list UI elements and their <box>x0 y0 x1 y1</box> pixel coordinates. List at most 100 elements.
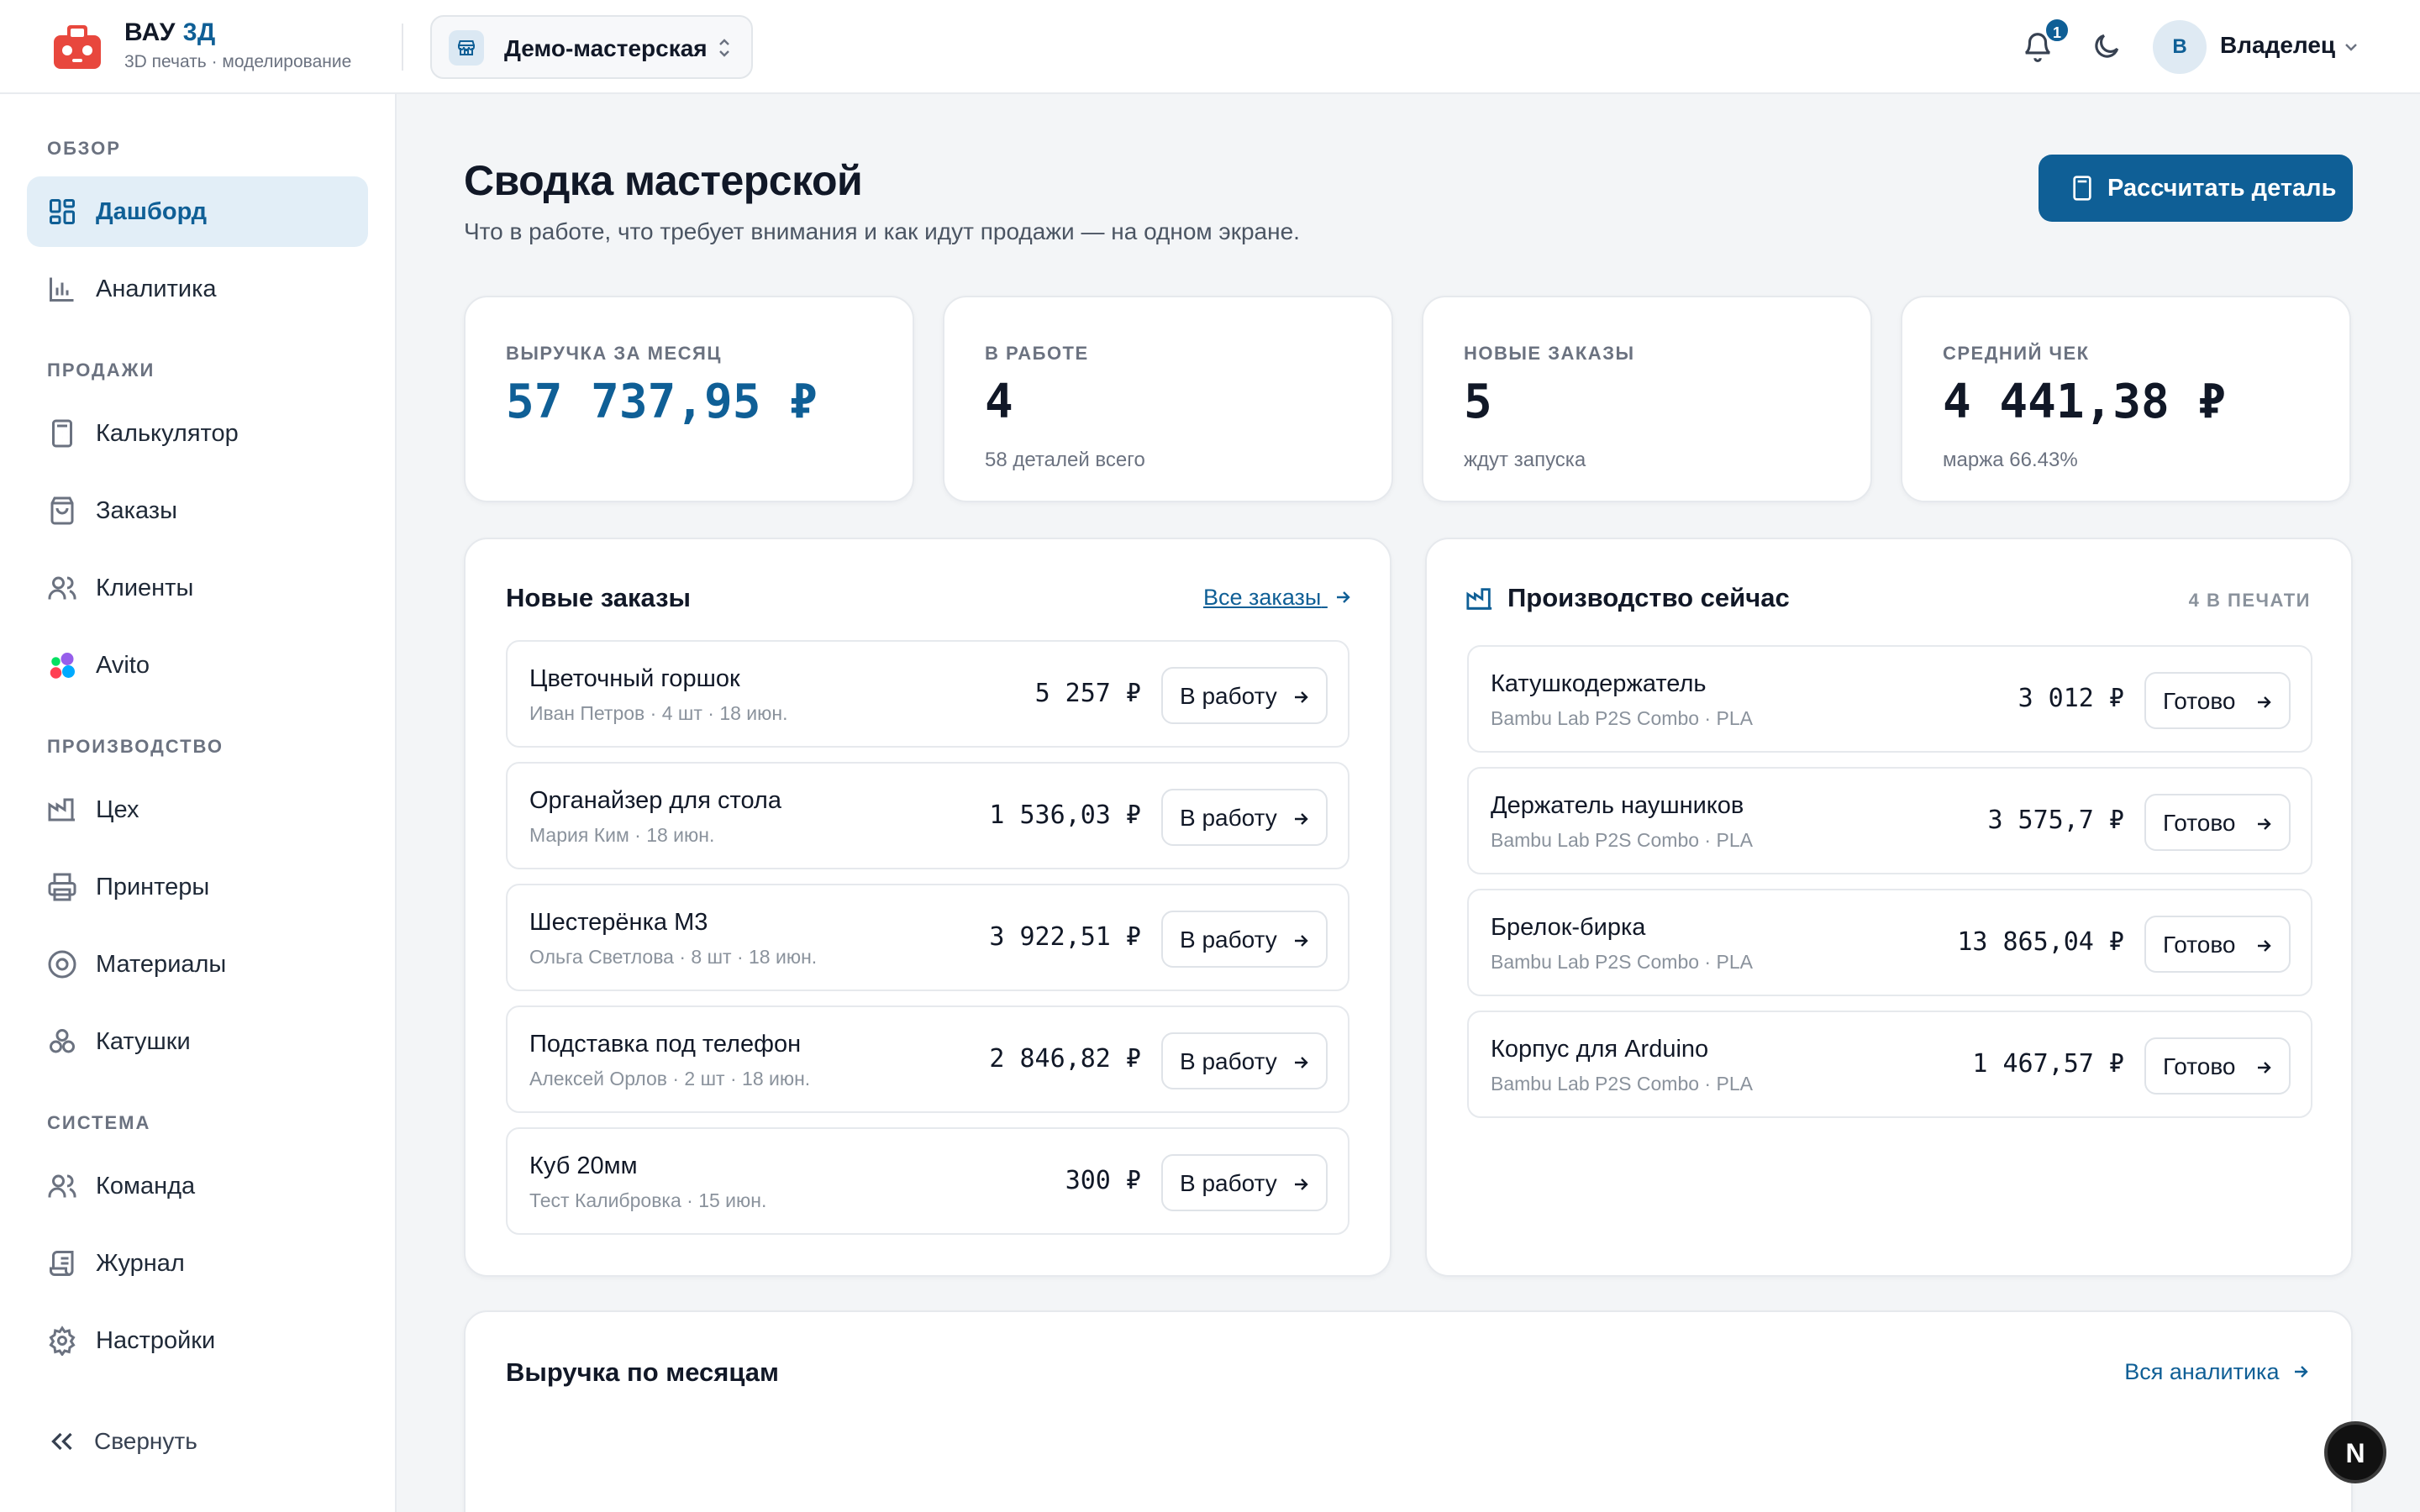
order-meta: Алексей Орлов · 2 шт · 18 июн. <box>529 1068 811 1089</box>
shopping-bag-icon <box>50 496 74 525</box>
order-meta: Ольга Светлова · 8 шт · 18 июн. <box>529 946 818 968</box>
arrow-right-icon <box>2258 1062 2271 1074</box>
all-orders-link[interactable]: Все заказы <box>1203 585 1353 611</box>
new-orders-title: Новые заказы <box>506 583 691 612</box>
sidebar-item-team[interactable]: Команда <box>27 1151 368 1221</box>
arrow-right-icon <box>2258 696 2271 708</box>
order-name: Цветочный горшок <box>529 665 740 692</box>
revenue-title: Выручка по месяцам <box>506 1357 779 1387</box>
collapse-sidebar-button[interactable]: Свернуть <box>47 1416 197 1467</box>
stat-label: СРЕДНИЙ ЧЕК <box>1943 343 2090 364</box>
start-work-button[interactable]: В работу <box>1161 911 1328 968</box>
team-icon <box>48 1174 76 1198</box>
start-work-label: В работу <box>1180 683 1277 709</box>
sidebar-item-label: Калькулятор <box>96 420 239 447</box>
sidebar-item-settings[interactable]: Настройки <box>27 1305 368 1376</box>
chevron-down-icon[interactable] <box>2341 37 2361 57</box>
start-work-button[interactable]: В работу <box>1161 667 1328 724</box>
start-work-button[interactable]: В работу <box>1161 1154 1328 1211</box>
nextjs-dev-button[interactable]: N <box>2324 1421 2386 1483</box>
order-row[interactable]: Подставка под телефон Алексей Орлов · 2 … <box>506 1005 1349 1113</box>
nextjs-logo-icon: N <box>2345 1438 2365 1468</box>
start-work-button[interactable]: В работу <box>1161 789 1328 846</box>
job-name: Корпус для Arduino <box>1491 1036 1709 1063</box>
sidebar-section-title: ОБЗОР <box>47 138 121 159</box>
order-row[interactable]: Шестерёнка М3 Ольга Светлова · 8 шт · 18… <box>506 884 1349 991</box>
sidebar-item-analytics[interactable]: Аналитика <box>27 254 368 324</box>
job-meta: Bambu Lab P2S Combo · PLA <box>1491 1073 1753 1095</box>
order-row[interactable]: Органайзер для стола Мария Ким · 18 июн.… <box>506 762 1349 869</box>
sidebar-item-orders[interactable]: Заказы <box>27 475 368 546</box>
workspace-select[interactable]: Демо-мастерская <box>430 15 753 79</box>
sidebar-item-label: Катушки <box>96 1028 191 1055</box>
production-panel: Производство сейчас 4 В ПЕЧАТИ Катушкоде… <box>1425 538 2353 1277</box>
log-icon <box>50 1251 74 1276</box>
order-row[interactable]: Куб 20мм Тест Калибровка · 15 июн. 300 ₽… <box>506 1127 1349 1235</box>
mark-done-button[interactable]: Готово <box>2144 916 2291 973</box>
mark-done-button[interactable]: Готово <box>2144 1037 2291 1095</box>
printer-icon <box>48 873 76 901</box>
dashboard-icon <box>50 199 75 224</box>
order-name: Органайзер для стола <box>529 787 781 814</box>
all-analytics-link[interactable]: Вся аналитика <box>2124 1359 2311 1385</box>
arrow-right-icon <box>2258 940 2271 952</box>
sidebar-item-label: Avito <box>96 652 150 679</box>
factory-icon <box>1466 588 1492 610</box>
all-analytics-link-label: Вся аналитика <box>2124 1359 2280 1384</box>
page-title: Сводка мастерской <box>464 157 863 204</box>
mark-done-button[interactable]: Готово <box>2144 672 2291 729</box>
sidebar-item-label: Журнал <box>96 1250 185 1277</box>
production-title: Производство сейчас <box>1507 583 1790 612</box>
order-meta: Иван Петров · 4 шт · 18 июн. <box>529 702 788 724</box>
all-orders-link-label: Все заказы <box>1203 585 1322 610</box>
production-row[interactable]: Брелок-бирка Bambu Lab P2S Combo · PLA 1… <box>1467 889 2312 996</box>
stat-value: 57 737,95 ₽ <box>506 375 818 429</box>
sidebar-item-calculator[interactable]: Калькулятор <box>27 398 368 469</box>
order-row[interactable]: Цветочный горшок Иван Петров · 4 шт · 18… <box>506 640 1349 748</box>
start-work-label: В работу <box>1180 927 1277 953</box>
bar-chart-icon <box>50 277 74 302</box>
sidebar-item-avito[interactable]: Avito <box>27 630 368 701</box>
start-work-label: В работу <box>1180 1048 1277 1074</box>
stat-card-avg-check: СРЕДНИЙ ЧЕК 4 441,38 ₽ маржа 66.43% <box>1901 296 2351 502</box>
collapse-label: Свернуть <box>94 1428 197 1454</box>
start-work-button[interactable]: В работу <box>1161 1032 1328 1089</box>
stat-subtext: маржа 66.43% <box>1943 449 2078 471</box>
sidebar-item-materials[interactable]: Материалы <box>27 929 368 1000</box>
factory-icon <box>48 798 75 822</box>
calculator-icon <box>52 419 72 448</box>
start-work-label: В работу <box>1180 805 1277 831</box>
production-row[interactable]: Держатель наушников Bambu Lab P2S Combo … <box>1467 767 2312 874</box>
user-name[interactable]: Владелец <box>2220 32 2335 59</box>
sidebar-item-clients[interactable]: Клиенты <box>27 553 368 623</box>
moon-icon[interactable] <box>2091 30 2123 62</box>
stat-label: ВЫРУЧКА ЗА МЕСЯЦ <box>506 343 722 364</box>
brand-logo-icon[interactable] <box>50 20 104 74</box>
chevron-up-down-icon <box>719 39 729 57</box>
sidebar-item-label: Команда <box>96 1173 196 1200</box>
calculate-part-button[interactable]: Рассчитать деталь <box>2039 155 2353 222</box>
sidebar-item-label: Цех <box>96 796 139 823</box>
production-row[interactable]: Катушкодержатель Bambu Lab P2S Combo · P… <box>1467 645 2312 753</box>
avatar[interactable]: В <box>2153 20 2207 74</box>
sidebar-item-workshop[interactable]: Цех <box>27 774 368 845</box>
sidebar-item-spools[interactable]: Катушки <box>27 1006 368 1077</box>
revenue-panel: Выручка по месяцам Вся аналитика <box>464 1310 2353 1512</box>
production-row[interactable]: Корпус для Arduino Bambu Lab P2S Combo ·… <box>1467 1011 2312 1118</box>
stat-value: 4 <box>985 375 1013 429</box>
job-meta: Bambu Lab P2S Combo · PLA <box>1491 829 1753 851</box>
sidebar-item-dashboard[interactable]: Дашборд <box>27 176 368 247</box>
mark-done-button[interactable]: Готово <box>2144 794 2291 851</box>
job-name: Катушкодержатель <box>1491 670 1707 697</box>
job-price: 13 865,04 ₽ <box>1957 927 2124 957</box>
sidebar-item-label: Клиенты <box>96 575 194 601</box>
sidebar-section-title: СИСТЕМА <box>47 1112 151 1133</box>
order-price: 5 257 ₽ <box>1034 679 1141 708</box>
top-bar: ВАУ 3Д 3D печать · моделирование Демо-ма… <box>0 0 2420 94</box>
stat-value: 4 441,38 ₽ <box>1943 375 2227 429</box>
mark-done-label: Готово <box>2163 1053 2236 1079</box>
sidebar-item-printers[interactable]: Принтеры <box>27 852 368 922</box>
arrow-right-icon <box>1295 1179 1308 1190</box>
brand-name: ВАУ 3Д <box>124 18 216 46</box>
sidebar-item-log[interactable]: Журнал <box>27 1228 368 1299</box>
